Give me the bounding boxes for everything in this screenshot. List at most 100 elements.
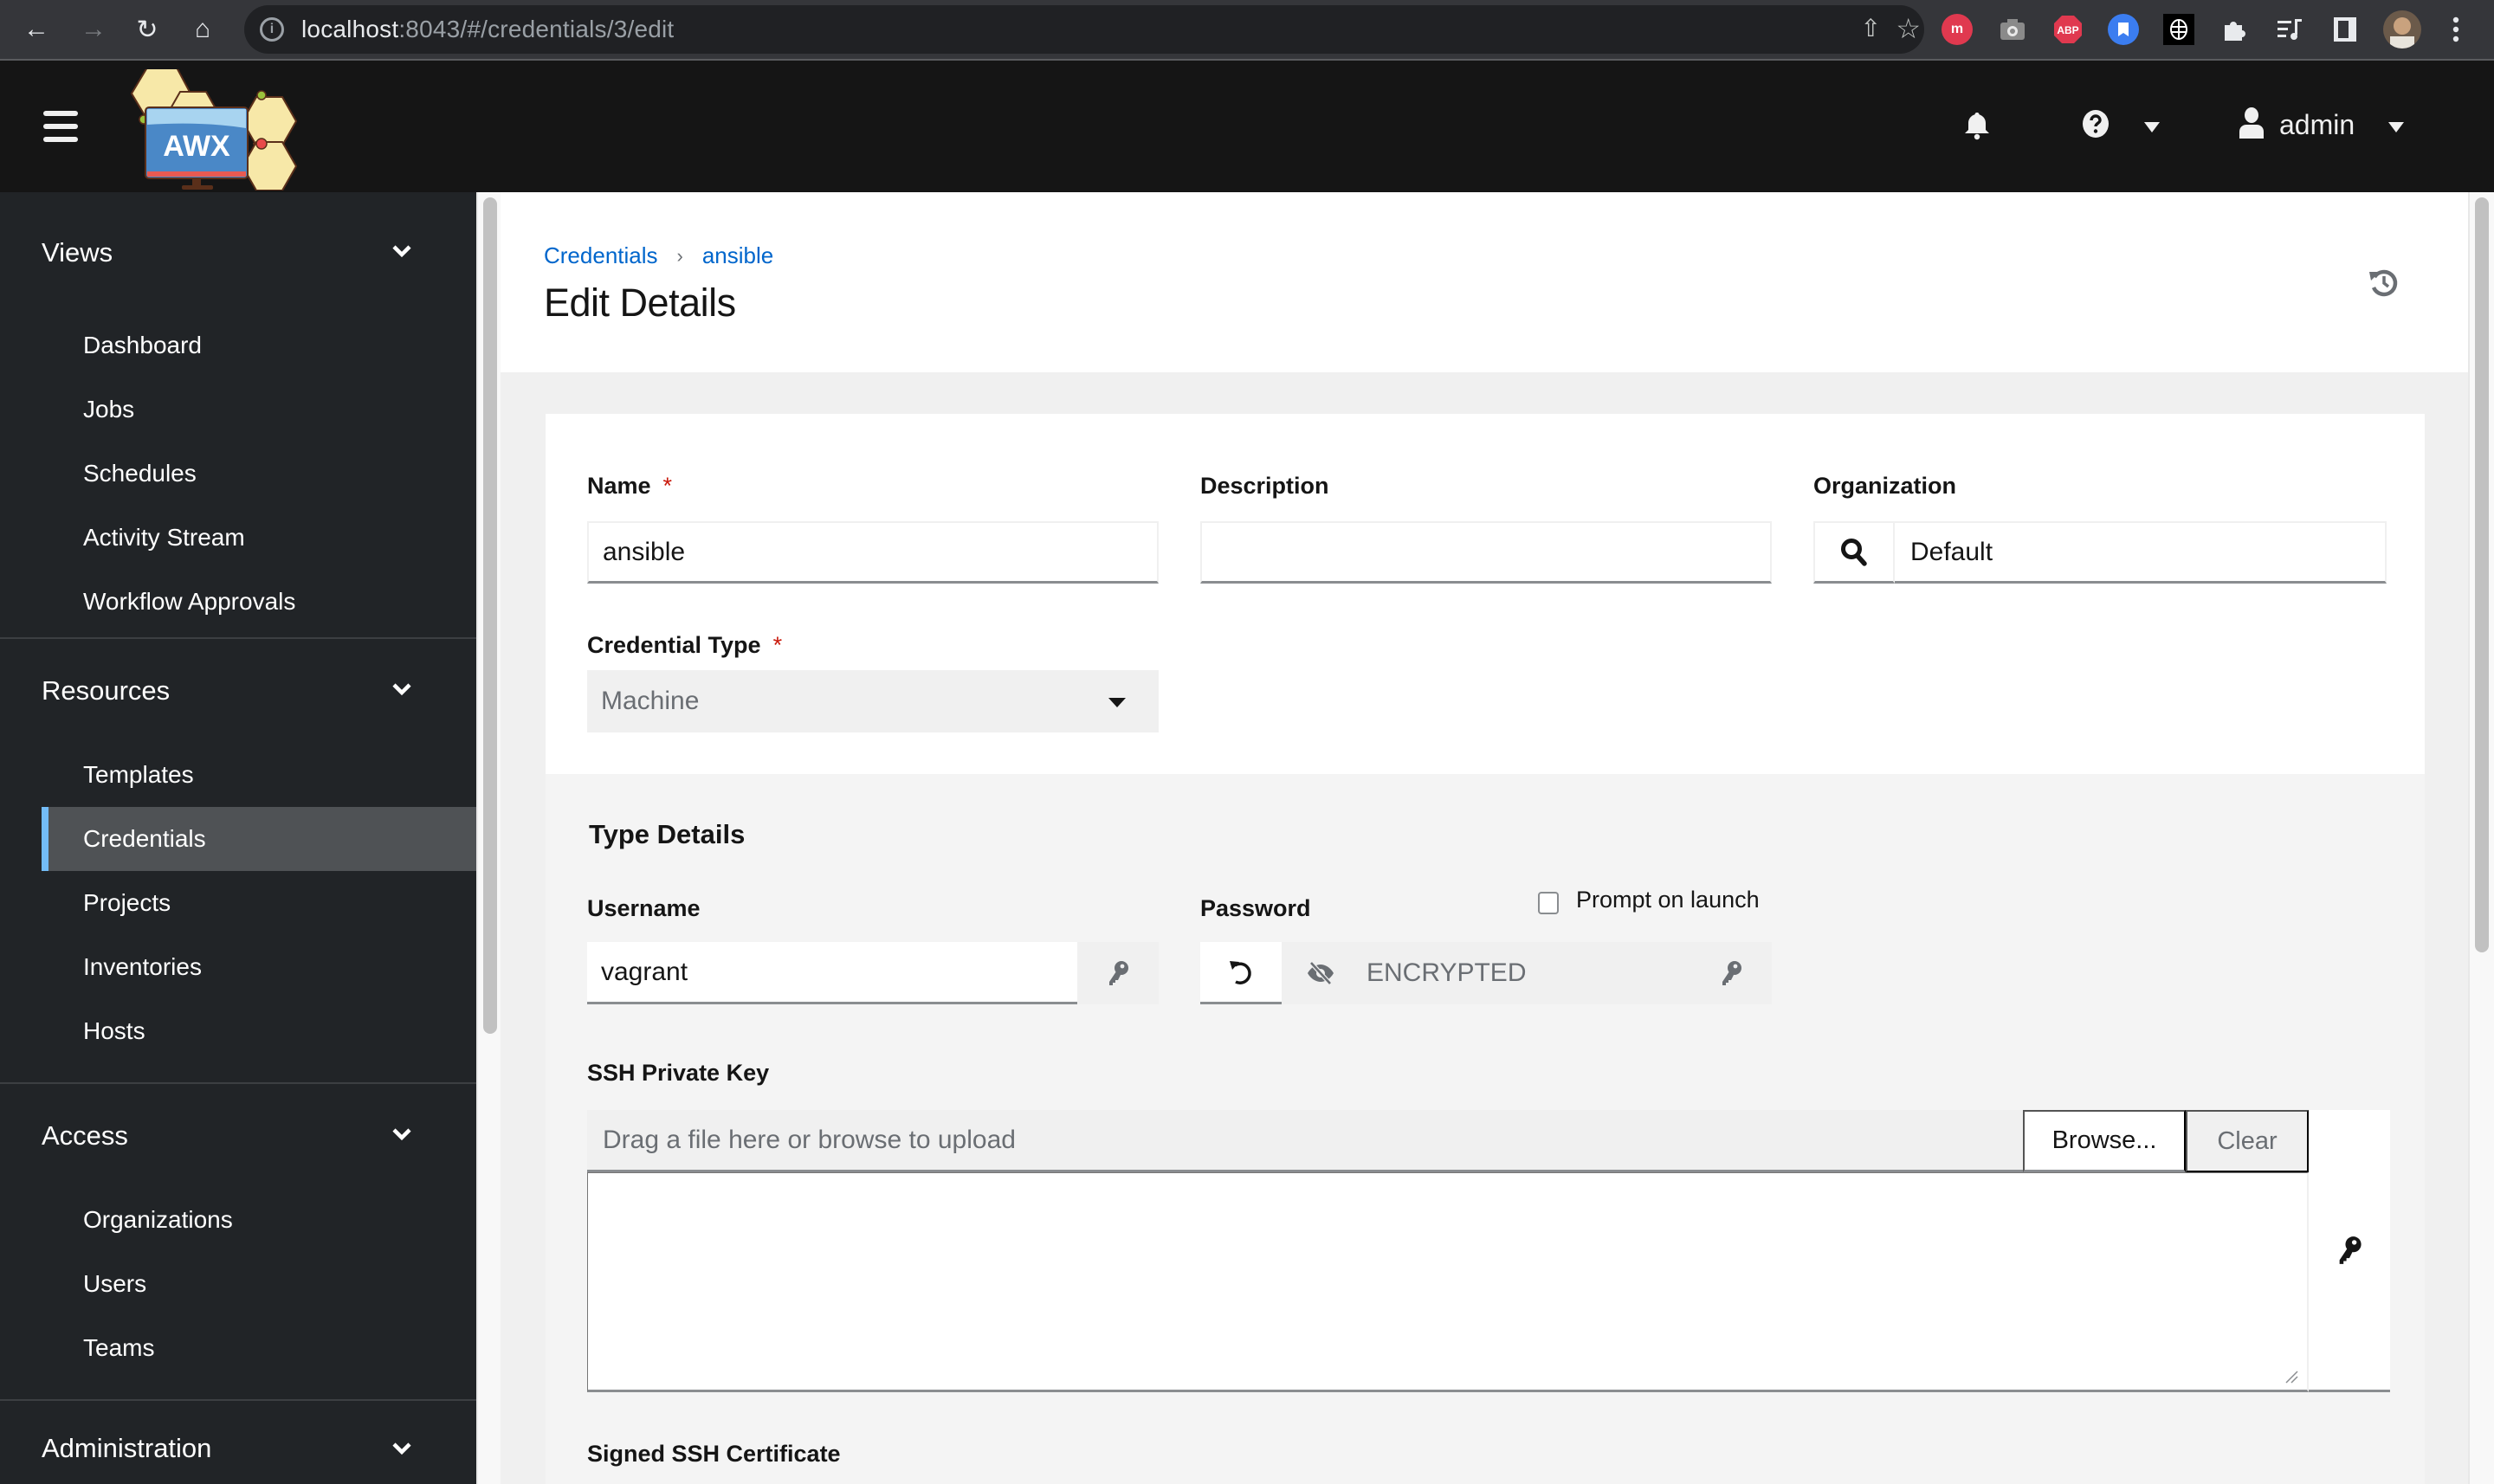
sidebar-item-teams[interactable]: Teams	[0, 1316, 476, 1380]
resize-handle-icon[interactable]	[2284, 1370, 2298, 1384]
required-marker: *	[772, 632, 783, 658]
sidebar-item-inventories[interactable]: Inventories	[0, 935, 476, 999]
breadcrumb-separator-icon: ›	[676, 244, 683, 267]
user-dropdown-caret-icon[interactable]	[2388, 121, 2404, 137]
sidebar-item-schedules[interactable]: Schedules	[0, 442, 476, 506]
user-icon[interactable]	[2239, 107, 2264, 143]
username-external-secret-button[interactable]	[1077, 942, 1159, 1004]
caret-down-icon	[1108, 698, 1126, 707]
profile-avatar[interactable]	[2383, 10, 2421, 48]
nav-group-toggle-administration[interactable]: Administration	[0, 1401, 476, 1484]
sidebar-item-jobs[interactable]: Jobs	[0, 377, 476, 442]
chevron-down-icon	[392, 1128, 411, 1141]
nav-group-toggle-access[interactable]: Access	[0, 1084, 476, 1188]
search-icon	[1841, 538, 1867, 566]
adblock-plus-icon[interactable]: ABP	[2052, 14, 2084, 45]
share-icon[interactable]: ⇧	[1861, 14, 1881, 42]
bookmark-extension-icon[interactable]	[2108, 14, 2139, 45]
main-content: Credentials › ansible Edit Details Name *…	[501, 192, 2468, 1484]
meetup-extension-icon[interactable]: m	[1942, 14, 1973, 45]
main-scrollbar-thumb[interactable]	[2475, 197, 2489, 952]
browse-button[interactable]: Browse...	[2023, 1110, 2186, 1172]
chevron-down-icon	[392, 1442, 411, 1455]
clear-button[interactable]: Clear	[2186, 1110, 2309, 1172]
ssh-key-external-secret-button[interactable]	[2309, 1110, 2390, 1392]
page-header: Credentials › ansible Edit Details	[501, 192, 2468, 372]
nav-group-toggle-views[interactable]: Views	[0, 192, 476, 313]
reload-icon[interactable]: ↻	[130, 12, 165, 47]
key-icon	[2339, 1236, 2362, 1264]
ssh-private-key-label: SSH Private Key	[587, 1060, 770, 1086]
bookmark-star-icon[interactable]: ☆	[1896, 12, 1921, 45]
eye-slash-icon[interactable]	[1306, 961, 1335, 985]
ssh-key-drop-zone[interactable]: Drag a file here or browse to upload	[587, 1110, 2023, 1172]
awx-logo[interactable]: AWX	[121, 67, 303, 191]
sidebar-item-dashboard[interactable]: Dashboard	[0, 313, 476, 377]
svg-text:ABP: ABP	[2057, 24, 2078, 36]
credential-type-label: Credential Type *	[587, 632, 783, 658]
sidebar-item-templates[interactable]: Templates	[0, 743, 476, 807]
prompt-on-launch-checkbox[interactable]	[1538, 892, 1559, 914]
chevron-down-icon	[392, 245, 411, 258]
sidebar-item-organizations[interactable]: Organizations	[0, 1188, 476, 1252]
nav-group-resources: Resources Templates Credentials Projects…	[0, 639, 476, 1084]
breadcrumb-ansible-link[interactable]: ansible	[702, 242, 773, 269]
signed-ssh-certificate-label: Signed SSH Certificate	[587, 1441, 841, 1467]
forward-arrow-icon[interactable]: →	[76, 12, 111, 47]
help-dropdown-caret-icon[interactable]	[2144, 121, 2160, 137]
site-info-icon[interactable]: i	[260, 17, 284, 42]
username-input[interactable]: vagrant	[587, 942, 1077, 1004]
name-label: Name *	[587, 473, 673, 499]
address-bar[interactable]: i localhost:8043/#/credentials/3/edit ⇧ …	[244, 5, 1924, 54]
sidebar-item-projects[interactable]: Projects	[0, 871, 476, 935]
nav-group-access: Access Organizations Users Teams	[0, 1084, 476, 1401]
back-arrow-icon[interactable]: ←	[19, 12, 54, 47]
home-icon[interactable]: ⌂	[185, 12, 220, 47]
password-revert-button[interactable]	[1200, 942, 1282, 1004]
organization-input[interactable]: Default	[1895, 521, 2387, 584]
sidebar-item-credentials[interactable]: Credentials	[42, 807, 476, 871]
svg-text:AWX: AWX	[163, 130, 230, 163]
sidebar-item-activity-stream[interactable]: Activity Stream	[0, 506, 476, 570]
ssh-private-key-textarea[interactable]	[587, 1172, 2309, 1392]
camera-extension-icon[interactable]	[1997, 14, 2028, 45]
shield-extension-icon[interactable]	[2163, 14, 2194, 45]
nav-group-views: Views Dashboard Jobs Schedules Activity …	[0, 192, 476, 639]
sidebar-scrollbar-thumb[interactable]	[483, 197, 497, 1034]
chevron-down-icon	[392, 683, 411, 696]
activity-history-icon[interactable]	[2368, 267, 2399, 298]
undo-icon	[1230, 960, 1251, 984]
credential-form: Name * ansible Description Organization D…	[546, 414, 2425, 1484]
extensions-puzzle-icon[interactable]	[2219, 14, 2250, 45]
description-label: Description	[1200, 473, 1329, 499]
username-label: Username	[587, 895, 701, 921]
url-text[interactable]: localhost:8043/#/credentials/3/edit	[301, 16, 674, 43]
type-details-section: Type Details Username vagrant Password P…	[546, 774, 2425, 1484]
sidebar-item-workflow-approvals[interactable]: Workflow Approvals	[0, 570, 476, 634]
help-icon[interactable]	[2082, 109, 2110, 143]
description-input[interactable]	[1200, 521, 1772, 584]
name-input[interactable]: ansible	[587, 521, 1159, 584]
key-icon	[1109, 961, 1128, 985]
password-external-secret-button[interactable]	[1690, 942, 1772, 1004]
sidebar-item-users[interactable]: Users	[0, 1252, 476, 1316]
organization-label: Organization	[1813, 473, 1957, 499]
notifications-bell-icon[interactable]	[1964, 111, 1990, 145]
organization-lookup-button[interactable]	[1813, 521, 1895, 584]
side-panel-icon[interactable]	[2329, 14, 2361, 45]
sidebar-item-hosts[interactable]: Hosts	[0, 999, 476, 1063]
browser-toolbar: ← → ↻ ⌂ i localhost:8043/#/credentials/3…	[0, 0, 2494, 61]
password-label: Password	[1200, 895, 1311, 921]
required-marker: *	[662, 473, 673, 499]
hamburger-menu-icon[interactable]	[43, 111, 78, 145]
nav-group-toggle-resources[interactable]: Resources	[0, 639, 476, 743]
breadcrumb: Credentials › ansible	[544, 242, 773, 269]
credential-type-select[interactable]: Machine	[587, 670, 1159, 732]
page-title: Edit Details	[544, 281, 736, 325]
media-control-icon[interactable]	[2274, 14, 2305, 45]
sidebar-nav: Views Dashboard Jobs Schedules Activity …	[0, 192, 476, 1484]
browser-menu-icon[interactable]	[2440, 14, 2471, 45]
user-menu-toggle[interactable]: admin	[2279, 109, 2355, 141]
breadcrumb-credentials-link[interactable]: Credentials	[544, 242, 658, 269]
prompt-on-launch-label[interactable]: Prompt on launch	[1576, 887, 1760, 913]
